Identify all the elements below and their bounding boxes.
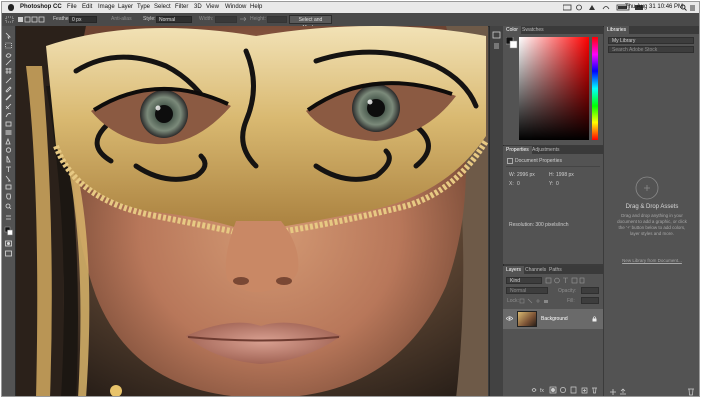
menu-view[interactable]: View bbox=[206, 2, 219, 13]
library-search-placeholder: Search Adobe Stock bbox=[612, 47, 658, 53]
layer-thumbnail bbox=[517, 311, 537, 327]
spotlight-icon[interactable] bbox=[680, 4, 696, 11]
layers-footer-icons[interactable]: fx bbox=[530, 386, 600, 394]
library-select[interactable]: My Library bbox=[608, 37, 694, 44]
collapsed-panel-strip bbox=[489, 26, 504, 396]
style-select[interactable]: Normal bbox=[156, 16, 192, 23]
height-prop-label: H: bbox=[549, 172, 554, 178]
photoshop-window: Photoshop CC File Edit Image Layer Type … bbox=[1, 1, 700, 397]
fill-input[interactable] bbox=[581, 297, 599, 304]
color-panel: Color Swatches bbox=[503, 26, 603, 145]
layers-panel-tabs: Layers Channels Paths bbox=[503, 266, 603, 274]
y-prop-label: Y: bbox=[549, 181, 554, 187]
lock-icons[interactable] bbox=[519, 298, 553, 304]
drag-drop-text: Drag and drop anything in your document … bbox=[617, 213, 687, 236]
options-bar: Feather: 0 px Anti-alias Style: Normal W… bbox=[2, 13, 699, 31]
layer-name[interactable]: Background bbox=[541, 316, 568, 322]
layer-row[interactable]: Background bbox=[503, 309, 603, 329]
document-canvas[interactable] bbox=[16, 26, 488, 396]
tab-swatches[interactable]: Swatches bbox=[519, 26, 547, 34]
history-icon[interactable] bbox=[490, 30, 503, 70]
drag-drop-title: Drag & Drop Assets bbox=[625, 204, 679, 210]
layers-panel: Layers Channels Paths Kind Normal Opacit… bbox=[503, 266, 603, 396]
menu-help[interactable]: Help bbox=[250, 2, 262, 13]
menu-layer[interactable]: Layer bbox=[118, 2, 133, 13]
color-panel-tabs: Color Swatches bbox=[503, 26, 603, 34]
svg-text:fx: fx bbox=[540, 388, 544, 394]
libraries-panel-tabs: Libraries bbox=[604, 26, 699, 34]
new-library-link[interactable]: New Library from Document... bbox=[608, 258, 696, 263]
eye-visibility-icon[interactable] bbox=[506, 316, 513, 321]
layer-filter-select[interactable]: Kind bbox=[506, 277, 542, 284]
tab-layers[interactable]: Layers bbox=[503, 266, 525, 274]
resolution-text: Resolution: 300 pixels/inch bbox=[509, 222, 569, 228]
properties-heading: Document Properties bbox=[515, 158, 562, 164]
properties-panel-tabs: Properties Adjustments bbox=[503, 146, 603, 154]
height-prop-value[interactable]: 1998 px bbox=[556, 172, 574, 178]
fg-bg-color-icon[interactable] bbox=[506, 37, 518, 49]
menu-file[interactable]: File bbox=[67, 2, 77, 13]
app-name-menu[interactable]: Photoshop CC bbox=[20, 2, 62, 13]
swap-icon[interactable] bbox=[240, 17, 246, 22]
selection-mode-icons[interactable] bbox=[18, 16, 46, 23]
menu-filter[interactable]: Filter bbox=[175, 2, 188, 13]
layer-filter-icons[interactable] bbox=[545, 277, 585, 284]
hue-slider[interactable] bbox=[592, 37, 598, 140]
x-prop-value[interactable]: 0 bbox=[517, 181, 520, 187]
divider bbox=[506, 166, 600, 167]
menu-edit[interactable]: Edit bbox=[82, 2, 92, 13]
home-icon[interactable] bbox=[5, 16, 14, 23]
menu-select[interactable]: Select bbox=[154, 2, 171, 13]
add-asset-icon bbox=[635, 176, 659, 200]
feather-input[interactable]: 0 px bbox=[69, 16, 97, 23]
x-prop-label: X: bbox=[509, 181, 514, 187]
libraries-footer-icons[interactable] bbox=[608, 388, 696, 396]
menu-3d[interactable]: 3D bbox=[194, 2, 202, 13]
libraries-panel: Libraries My Library Search Adobe Stock … bbox=[604, 26, 699, 396]
lock-label: Lock: bbox=[507, 298, 519, 304]
color-picker-field[interactable] bbox=[519, 37, 589, 140]
filter-kind-label: Kind bbox=[510, 278, 521, 284]
toolbar-icons[interactable] bbox=[2, 26, 15, 397]
height-input[interactable] bbox=[267, 16, 287, 23]
layer-lock-icon bbox=[592, 316, 597, 322]
tab-properties[interactable]: Properties bbox=[503, 146, 532, 154]
menu-window[interactable]: Window bbox=[225, 2, 246, 13]
blend-mode-select[interactable]: Normal bbox=[506, 287, 548, 294]
opacity-input[interactable] bbox=[581, 287, 599, 294]
fill-label: Fill: bbox=[567, 298, 575, 304]
library-search-input[interactable]: Search Adobe Stock bbox=[608, 46, 694, 53]
width-input[interactable] bbox=[215, 16, 237, 23]
width-prop-label: W: bbox=[509, 172, 516, 178]
library-select-value: My Library bbox=[612, 38, 636, 44]
opacity-label: Opacity: bbox=[558, 288, 577, 294]
height-label: Height: bbox=[250, 16, 266, 22]
tab-adjustments[interactable]: Adjustments bbox=[529, 146, 563, 154]
apple-logo-icon[interactable] bbox=[8, 4, 14, 11]
tab-libraries[interactable]: Libraries bbox=[604, 26, 630, 34]
tools-panel bbox=[2, 26, 16, 397]
width-prop-value[interactable]: 2996 px bbox=[517, 172, 535, 178]
blend-mode-value: Normal bbox=[510, 288, 527, 294]
tab-paths[interactable]: Paths bbox=[546, 266, 565, 274]
photo-masquerade-mask bbox=[16, 26, 488, 396]
properties-panel: Properties Adjustments Document Properti… bbox=[503, 146, 603, 264]
menu-type[interactable]: Type bbox=[137, 2, 150, 13]
document-icon bbox=[507, 158, 513, 164]
y-prop-value[interactable]: 0 bbox=[556, 181, 559, 187]
menubar-clock[interactable]: Thu Aug 31 10:46 PM bbox=[625, 2, 683, 13]
menu-image[interactable]: Image bbox=[98, 2, 115, 13]
anti-alias-checkbox[interactable]: Anti-alias bbox=[111, 13, 132, 26]
select-and-mask-button[interactable]: Select and Mask... bbox=[289, 15, 332, 31]
width-label: Width: bbox=[199, 16, 214, 22]
style-label: Style: bbox=[143, 16, 156, 22]
